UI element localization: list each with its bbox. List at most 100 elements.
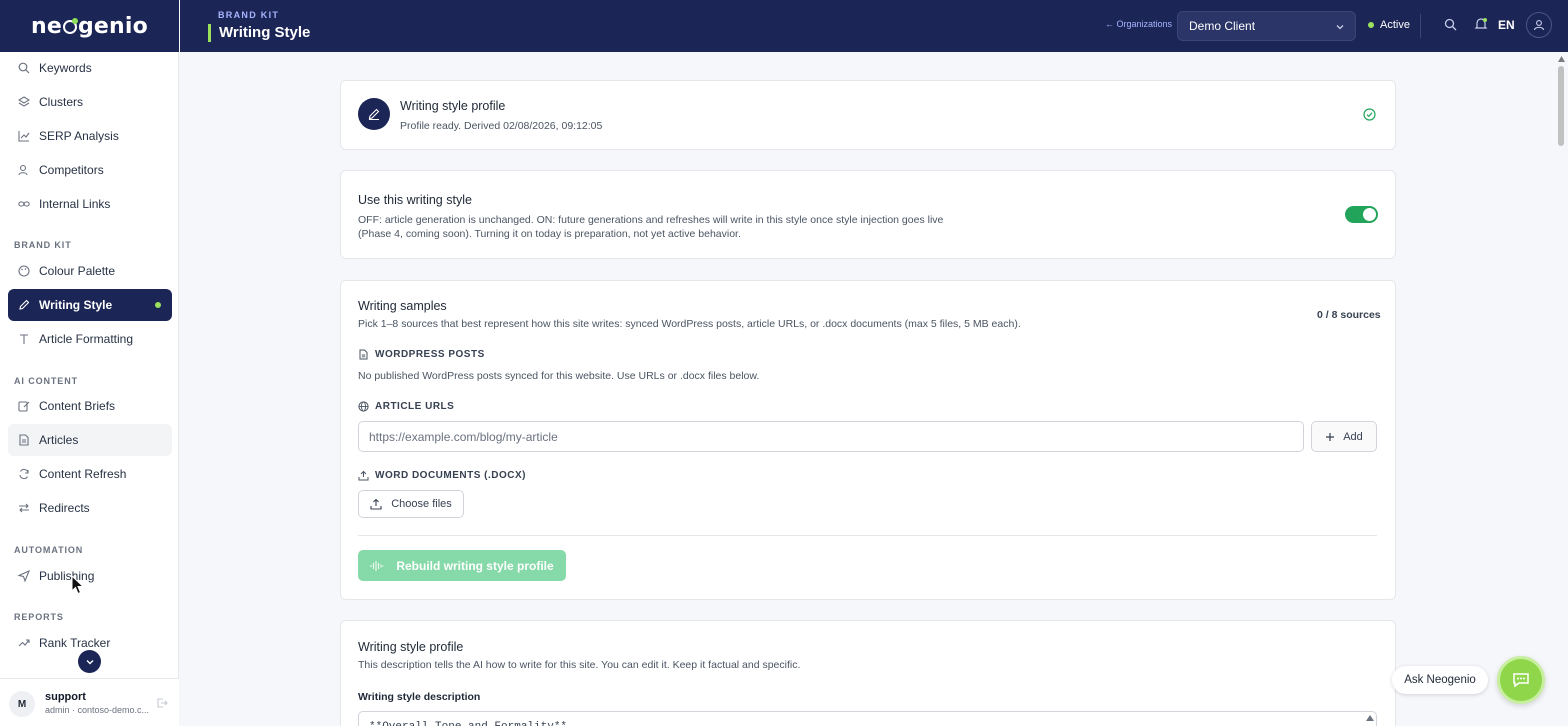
- choose-files-button[interactable]: Choose files: [358, 490, 464, 518]
- sidebar-item-internal-links[interactable]: Internal Links: [8, 188, 172, 220]
- chevron-down-icon: [85, 657, 95, 667]
- file-icon: [358, 349, 375, 360]
- profile-status-card: [340, 80, 1396, 150]
- use-style-toggle[interactable]: [1345, 206, 1378, 223]
- page-title: Writing Style: [208, 24, 310, 42]
- line-chart-icon: [18, 130, 30, 142]
- active-indicator-dot: [155, 302, 161, 308]
- scroll-up-arrow-icon[interactable]: [1558, 56, 1565, 62]
- page-scrollbar-thumb[interactable]: [1558, 66, 1564, 146]
- language-switcher[interactable]: EN: [1498, 18, 1515, 32]
- add-url-label: Add: [1343, 430, 1363, 443]
- use-style-desc-line1: OFF: article generation is unchanged. ON…: [358, 214, 944, 226]
- sidebar-item-keywords[interactable]: Keywords: [8, 52, 172, 84]
- user-meta: admin · contoso-demo.c...: [45, 705, 150, 715]
- logout-icon[interactable]: [156, 697, 168, 709]
- rebuild-profile-label: Rebuild writing style profile: [396, 558, 554, 573]
- sidebar-item-label: Redirects: [39, 501, 90, 515]
- sidebar-item-articles[interactable]: Articles: [8, 424, 172, 456]
- layers-icon: [18, 96, 30, 108]
- ask-assistant-button[interactable]: [1497, 656, 1545, 704]
- sidebar-item-label: Colour Palette: [39, 264, 116, 278]
- check-circle-icon: [1363, 108, 1376, 121]
- style-description-label: Writing style description: [358, 691, 481, 703]
- profile-editor-desc: This description tells the AI how to wri…: [358, 659, 801, 671]
- divider: [358, 535, 1377, 536]
- section-label-automation: AUTOMATION: [14, 545, 84, 555]
- sidebar-item-redirects[interactable]: Redirects: [8, 492, 172, 524]
- profile-editor-title: Writing style profile: [358, 640, 464, 654]
- sidebar-item-content-briefs[interactable]: Content Briefs: [8, 390, 172, 422]
- avatar: M: [9, 691, 35, 717]
- upload-icon: [358, 470, 375, 481]
- article-url-input[interactable]: [358, 421, 1304, 452]
- sidebar-scroll-down-button[interactable]: [78, 650, 101, 673]
- sidebar-item-content-refresh[interactable]: Content Refresh: [8, 458, 172, 490]
- organization-select[interactable]: Demo Client: [1177, 11, 1356, 41]
- wordpress-empty-text: No published WordPress posts synced for …: [358, 370, 760, 382]
- section-label-ai-content: AI CONTENT: [14, 376, 78, 386]
- wordpress-label-text: WORDPRESS POSTS: [375, 349, 485, 360]
- breadcrumb: BRAND KIT: [218, 10, 280, 20]
- sidebar-item-label: Internal Links: [39, 197, 111, 211]
- sidebar-item-label: Competitors: [39, 163, 104, 177]
- edit-doc-icon: [18, 400, 30, 412]
- upload-icon: [370, 498, 391, 510]
- style-description-textarea[interactable]: **Overall Tone and Formality**: [358, 711, 1377, 726]
- page-scrollbar[interactable]: [1557, 56, 1566, 726]
- sidebar-item-publishing[interactable]: Publishing: [8, 560, 172, 592]
- sidebar-item-label: Clusters: [39, 95, 84, 109]
- samples-title: Writing samples: [358, 299, 447, 313]
- section-label-reports: REPORTS: [14, 612, 64, 622]
- type-icon: [18, 333, 30, 345]
- rebuild-profile-button[interactable]: Rebuild writing style profile: [358, 550, 566, 581]
- plus-icon: [1325, 432, 1343, 442]
- sidebar-item-colour-palette[interactable]: Colour Palette: [8, 255, 172, 287]
- section-label-brand-kit: BRAND KIT: [14, 240, 72, 250]
- docx-label-text: WORD DOCUMENTS (.DOCX): [375, 470, 526, 481]
- divider: [1420, 14, 1421, 38]
- pen-badge-icon: [358, 98, 390, 130]
- link-icon: [18, 198, 30, 210]
- users-icon: [18, 164, 30, 176]
- sidebar: ne genio Keywords Clusters SERP Analysis …: [0, 0, 179, 726]
- sidebar-item-serp-analysis[interactable]: SERP Analysis: [8, 120, 172, 152]
- globe-icon: [358, 401, 375, 412]
- sidebar-item-competitors[interactable]: Competitors: [8, 154, 172, 186]
- status-badge: Active: [1368, 19, 1410, 31]
- user-menu[interactable]: M support admin · contoso-demo.c...: [0, 678, 179, 726]
- docx-label: WORD DOCUMENTS (.DOCX): [358, 470, 526, 481]
- organization-select-value: Demo Client: [1189, 19, 1256, 33]
- send-icon: [18, 570, 30, 582]
- search-icon[interactable]: [1444, 18, 1457, 31]
- search-icon: [18, 62, 30, 74]
- bell-icon[interactable]: [1474, 17, 1488, 31]
- pen-icon: [18, 299, 30, 311]
- audio-wave-icon: [370, 560, 396, 572]
- sidebar-item-clusters[interactable]: Clusters: [8, 86, 172, 118]
- brand-logo[interactable]: ne genio: [0, 0, 179, 52]
- mouse-cursor-icon: [71, 575, 85, 595]
- scroll-up-arrow-icon[interactable]: [1366, 715, 1374, 721]
- wordpress-label: WORDPRESS POSTS: [358, 349, 485, 360]
- sources-count: 0 / 8 sources: [1317, 309, 1381, 321]
- top-bar: BRAND KIT Writing Style ← Organizations …: [180, 0, 1568, 52]
- sidebar-item-writing-style[interactable]: Writing Style: [8, 289, 172, 321]
- sidebar-item-label: Content Briefs: [39, 399, 116, 413]
- organizations-link[interactable]: ← Organizations: [1105, 19, 1172, 29]
- article-urls-label: ARTICLE URLS: [358, 401, 454, 412]
- refresh-icon: [18, 468, 30, 480]
- sidebar-item-label: Rank Tracker: [39, 636, 111, 650]
- sidebar-item-label: Content Refresh: [39, 467, 127, 481]
- sidebar-item-article-formatting[interactable]: Article Formatting: [8, 323, 172, 355]
- add-url-button[interactable]: Add: [1311, 421, 1377, 452]
- profile-status-subtitle: Profile ready. Derived 02/08/2026, 09:12…: [400, 120, 603, 132]
- sidebar-item-label: Publishing: [39, 569, 95, 583]
- user-icon: [1533, 19, 1545, 31]
- profile-button[interactable]: [1526, 12, 1552, 38]
- chevron-down-icon: [1335, 22, 1345, 32]
- sidebar-item-label: Keywords: [39, 61, 92, 75]
- ask-assistant-label[interactable]: Ask Neogenio: [1392, 666, 1488, 694]
- sidebar-item-label: Writing Style: [39, 298, 113, 312]
- status-dot: [1368, 22, 1374, 28]
